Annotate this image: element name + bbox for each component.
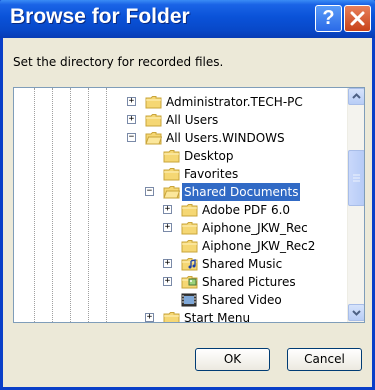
folder-icon	[181, 239, 198, 253]
scroll-down-button[interactable]	[348, 304, 364, 321]
folder-icon	[181, 240, 198, 253]
pictures-folder-icon	[181, 275, 198, 289]
music-folder-icon	[181, 258, 198, 271]
expand-icon[interactable]: +	[127, 97, 136, 106]
tree-item-label: Administrator.TECH-PC	[166, 95, 303, 109]
tree-item-label: Shared Video	[202, 293, 282, 307]
open-folder-icon	[145, 132, 163, 145]
expand-icon[interactable]: +	[163, 259, 172, 268]
tree-item[interactable]: + Adobe PDF 6.0	[14, 201, 344, 219]
tree-item-label: Favorites	[184, 167, 239, 181]
tree-item[interactable]: Aiphone_JKW_Rec2	[14, 237, 344, 255]
chevron-down-icon	[352, 310, 361, 316]
tree-item[interactable]: Desktop	[14, 147, 344, 165]
folder-icon	[163, 312, 180, 322]
tree-item[interactable]: − All Users.WINDOWS	[14, 129, 344, 147]
window-title: Browse for Folder	[10, 5, 190, 28]
folder-icon	[181, 222, 198, 235]
folder-tree[interactable]: + Administrator.TECH-PC + All Users − All Use…	[13, 87, 365, 323]
scroll-up-button[interactable]	[348, 88, 364, 105]
folder-icon	[181, 204, 198, 217]
tree-item-label: Shared Documents	[182, 183, 301, 201]
folder-icon	[181, 221, 198, 235]
expand-icon[interactable]: +	[145, 313, 154, 322]
ok-button[interactable]: OK	[195, 348, 270, 371]
video-folder-icon	[181, 293, 197, 307]
expand-icon[interactable]: +	[127, 115, 136, 124]
title-bar[interactable]: Browse for Folder ?	[0, 0, 375, 38]
pictures-folder-icon	[181, 276, 198, 289]
folder-icon	[163, 150, 180, 163]
tree-item-label: Adobe PDF 6.0	[202, 203, 291, 217]
cancel-button[interactable]: Cancel	[287, 348, 362, 371]
browse-for-folder-dialog: Browse for Folder ? Set the directory fo…	[0, 0, 375, 390]
folder-icon	[163, 311, 180, 322]
open-folder-icon	[163, 186, 181, 199]
tree-item-label: Shared Music	[202, 257, 283, 271]
tree-item[interactable]: + Start Menu	[14, 309, 344, 323]
expand-icon[interactable]: +	[163, 205, 172, 214]
folder-icon	[145, 113, 162, 127]
folder-icon	[181, 203, 198, 217]
close-button[interactable]	[344, 5, 371, 32]
open-folder-icon	[163, 185, 181, 199]
open-folder-icon	[145, 131, 163, 145]
tree-item[interactable]: − Shared Documents	[14, 183, 344, 201]
expand-icon[interactable]: +	[163, 223, 172, 232]
scroll-thumb[interactable]	[348, 150, 364, 206]
help-button[interactable]: ?	[315, 5, 342, 32]
tree-item[interactable]: + Aiphone_JKW_Rec	[14, 219, 344, 237]
tree-item-label: Aiphone_JKW_Rec2	[202, 239, 316, 253]
tree-item-label: Shared Pictures	[202, 275, 296, 289]
tree-item-label: Start Menu	[184, 311, 251, 323]
folder-icon	[163, 167, 180, 181]
folder-icon	[145, 95, 162, 109]
vertical-scrollbar[interactable]	[347, 88, 364, 322]
grip-icon	[353, 174, 360, 182]
folder-icon	[163, 149, 180, 163]
folder-icon	[145, 96, 162, 109]
tree-item[interactable]: + Shared Music	[14, 255, 344, 273]
collapse-icon[interactable]: −	[127, 133, 136, 142]
tree-item-label: Aiphone_JKW_Rec	[202, 221, 308, 235]
tree-item[interactable]: Favorites	[14, 165, 344, 183]
music-folder-icon	[181, 257, 198, 271]
tree-item[interactable]: + Shared Pictures	[14, 273, 344, 291]
collapse-icon[interactable]: −	[145, 187, 154, 196]
tree-item-label: All Users.WINDOWS	[166, 131, 285, 145]
folder-icon	[145, 114, 162, 127]
expand-icon[interactable]: +	[163, 277, 172, 286]
close-icon	[350, 11, 365, 26]
video-folder-icon	[181, 293, 198, 307]
tree-item-label: All Users	[166, 113, 219, 127]
tree-item[interactable]: + Administrator.TECH-PC	[14, 93, 344, 111]
tree-item[interactable]: Shared Video	[14, 291, 344, 309]
instructions-text: Set the directory for recorded files.	[13, 55, 224, 69]
folder-icon	[163, 168, 180, 181]
tree-item[interactable]: + All Users	[14, 111, 344, 129]
tree-item-label: Desktop	[184, 149, 234, 163]
chevron-up-icon	[352, 93, 361, 99]
